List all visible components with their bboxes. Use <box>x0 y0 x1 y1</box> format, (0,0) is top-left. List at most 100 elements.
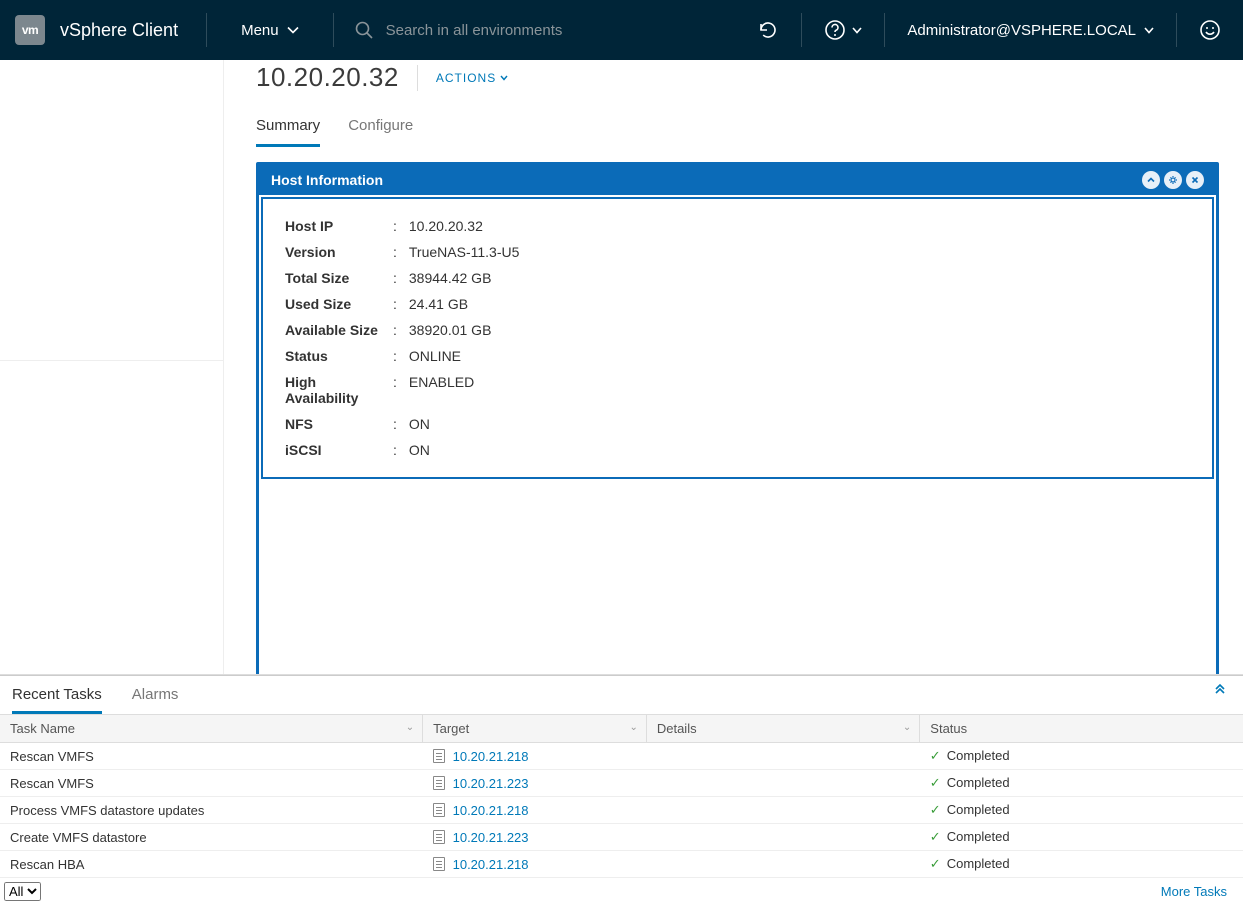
main-area: 10.20.20.32 ACTIONS Summary Configure Ho… <box>0 60 1243 675</box>
menu-dropdown[interactable]: Menu <box>207 22 333 39</box>
datastore-icon <box>433 830 445 844</box>
datastore-icon <box>433 803 445 817</box>
info-row: Host IP:10.20.20.32 <box>279 213 525 239</box>
bottom-tab-bar: Recent Tasks Alarms <box>0 676 1243 714</box>
check-icon: ✓ <box>930 802 941 817</box>
vmware-logo: vm <box>15 15 45 45</box>
datastore-icon <box>433 857 445 871</box>
col-label: Details <box>657 721 697 736</box>
col-task-name[interactable]: Task Name⌄ <box>0 715 423 743</box>
host-info-table: Host IP:10.20.20.32Version:TrueNAS-11.3-… <box>279 213 525 463</box>
cell-details <box>646 824 919 851</box>
actions-label: ACTIONS <box>436 71 496 85</box>
search-input[interactable] <box>386 22 686 39</box>
table-row: Rescan HBA10.20.21.218✓Completed <box>0 851 1243 878</box>
sort-icon: ⌄ <box>903 722 911 733</box>
chevron-down-icon <box>852 27 862 34</box>
table-row: Process VMFS datastore updates10.20.21.2… <box>0 797 1243 824</box>
feedback-button[interactable] <box>1177 0 1243 60</box>
col-status[interactable]: Status <box>920 715 1243 743</box>
cell-status: ✓Completed <box>920 851 1243 878</box>
cell-target: 10.20.21.218 <box>423 851 647 878</box>
table-row: Create VMFS datastore10.20.21.223✓Comple… <box>0 824 1243 851</box>
content-area: 10.20.20.32 ACTIONS Summary Configure Ho… <box>224 60 1243 674</box>
actions-dropdown[interactable]: ACTIONS <box>436 71 508 85</box>
info-key: Version <box>279 239 387 265</box>
check-icon: ✓ <box>930 748 941 763</box>
col-label: Target <box>433 721 469 736</box>
info-colon: : <box>387 343 403 369</box>
info-row: High Availability:ENABLED <box>279 369 525 411</box>
info-row: Version:TrueNAS-11.3-U5 <box>279 239 525 265</box>
refresh-icon <box>757 19 779 41</box>
info-row: Status:ONLINE <box>279 343 525 369</box>
info-colon: : <box>387 291 403 317</box>
refresh-button[interactable] <box>735 0 801 60</box>
cell-status: ✓Completed <box>920 797 1243 824</box>
tab-summary[interactable]: Summary <box>256 111 320 147</box>
cell-details <box>646 743 919 770</box>
panel-body: Host IP:10.20.20.32Version:TrueNAS-11.3-… <box>261 197 1214 479</box>
tasks-table: Task Name⌄ Target ⌄ Details ⌄ Status Resca… <box>0 714 1243 878</box>
collapse-button[interactable] <box>1142 171 1160 189</box>
target-link[interactable]: 10.20.21.223 <box>453 776 529 791</box>
info-key: iSCSI <box>279 437 387 463</box>
info-key: Status <box>279 343 387 369</box>
host-info-panel: Host Information Host IP:10.20.20.32Vers… <box>256 162 1219 674</box>
filter-select[interactable]: All <box>4 882 41 901</box>
bottom-panel: Recent Tasks Alarms Task Name⌄ Target ⌄ D… <box>0 675 1243 903</box>
info-value: 10.20.20.32 <box>403 213 525 239</box>
info-row: NFS:ON <box>279 411 525 437</box>
cell-target: 10.20.21.223 <box>423 824 647 851</box>
close-button[interactable] <box>1186 171 1204 189</box>
info-colon: : <box>387 369 403 411</box>
gear-icon <box>1168 175 1178 185</box>
col-details[interactable]: Details ⌄ <box>646 715 919 743</box>
info-value: ON <box>403 411 525 437</box>
cell-task-name: Create VMFS datastore <box>0 824 423 851</box>
menu-label: Menu <box>241 22 279 39</box>
tab-configure[interactable]: Configure <box>348 111 413 147</box>
col-target[interactable]: Target ⌄ <box>423 715 647 743</box>
sort-icon: ⌄ <box>629 722 637 733</box>
info-key: Total Size <box>279 265 387 291</box>
tab-bar: Summary Configure <box>256 111 1219 148</box>
cell-status: ✓Completed <box>920 770 1243 797</box>
target-link[interactable]: 10.20.21.223 <box>453 830 529 845</box>
tab-alarms[interactable]: Alarms <box>132 680 179 714</box>
user-label: Administrator@VSPHERE.LOCAL <box>907 22 1136 39</box>
info-colon: : <box>387 239 403 265</box>
info-value: ONLINE <box>403 343 525 369</box>
info-key: NFS <box>279 411 387 437</box>
check-icon: ✓ <box>930 829 941 844</box>
info-row: iSCSI:ON <box>279 437 525 463</box>
chevron-down-icon <box>287 26 299 34</box>
cell-task-name: Rescan VMFS <box>0 770 423 797</box>
cell-target: 10.20.21.218 <box>423 743 647 770</box>
info-row: Used Size:24.41 GB <box>279 291 525 317</box>
cell-target: 10.20.21.223 <box>423 770 647 797</box>
more-tasks-link[interactable]: More Tasks <box>1161 884 1227 899</box>
datastore-icon <box>433 749 445 763</box>
page-header: 10.20.20.32 ACTIONS <box>256 60 1219 93</box>
settings-button[interactable] <box>1164 171 1182 189</box>
cell-status: ✓Completed <box>920 743 1243 770</box>
user-dropdown[interactable]: Administrator@VSPHERE.LOCAL <box>885 22 1176 39</box>
target-link[interactable]: 10.20.21.218 <box>453 803 529 818</box>
help-dropdown[interactable] <box>802 0 884 60</box>
expand-button[interactable] <box>1213 682 1227 696</box>
chevron-down-icon <box>1144 27 1154 34</box>
close-icon <box>1190 175 1200 185</box>
check-icon: ✓ <box>930 775 941 790</box>
panel-header-actions <box>1142 171 1204 189</box>
double-chevron-up-icon <box>1213 682 1227 696</box>
cell-details <box>646 770 919 797</box>
info-value: 38944.42 GB <box>403 265 525 291</box>
check-icon: ✓ <box>930 856 941 871</box>
target-link[interactable]: 10.20.21.218 <box>453 749 529 764</box>
target-link[interactable]: 10.20.21.218 <box>453 857 529 872</box>
divider <box>417 65 418 91</box>
info-colon: : <box>387 265 403 291</box>
info-key: Available Size <box>279 317 387 343</box>
tab-recent-tasks[interactable]: Recent Tasks <box>12 680 102 714</box>
